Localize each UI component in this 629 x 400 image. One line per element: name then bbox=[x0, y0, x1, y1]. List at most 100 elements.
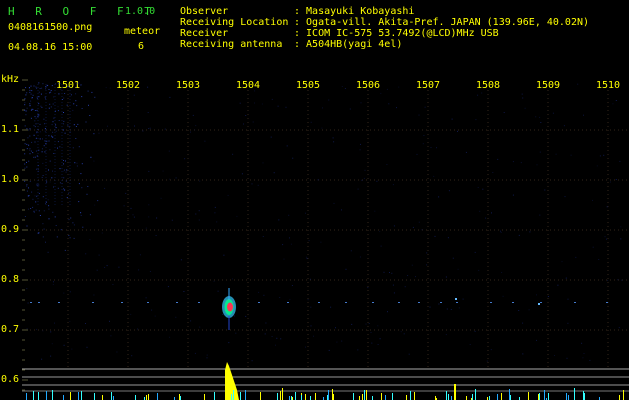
echo-dot bbox=[512, 302, 514, 303]
noise-speck bbox=[345, 268, 347, 270]
noise-speck bbox=[24, 167, 26, 169]
noise-speck bbox=[132, 214, 134, 216]
noise-speck bbox=[63, 129, 64, 131]
signal-spike bbox=[538, 394, 539, 400]
noise-speck bbox=[30, 100, 32, 102]
noise-speck bbox=[503, 112, 505, 113]
noise-speck bbox=[44, 151, 46, 153]
echo-dot bbox=[574, 302, 576, 303]
noise-speck bbox=[57, 106, 59, 108]
noise-speck bbox=[194, 352, 196, 354]
noise-speck bbox=[26, 185, 28, 187]
noise-speck bbox=[87, 90, 89, 92]
noise-speck bbox=[43, 118, 45, 120]
noise-speck bbox=[386, 164, 388, 165]
noise-speck bbox=[596, 165, 598, 167]
noise-speck bbox=[29, 91, 31, 93]
noise-speck bbox=[407, 275, 409, 276]
noise-speck bbox=[30, 208, 32, 209]
signal-spike bbox=[574, 388, 575, 400]
noise-speck bbox=[45, 86, 47, 88]
noise-speck bbox=[65, 171, 67, 173]
noise-speck bbox=[583, 114, 584, 116]
signal-spike bbox=[214, 392, 215, 400]
signal-spike bbox=[70, 392, 71, 400]
signal-spike bbox=[583, 391, 584, 400]
signal-spike bbox=[366, 390, 367, 400]
noise-speck bbox=[567, 322, 569, 324]
noise-speck bbox=[97, 200, 99, 202]
noise-speck bbox=[344, 88, 346, 89]
noise-speck bbox=[56, 236, 58, 238]
signal-spike bbox=[63, 395, 64, 400]
noise-speck bbox=[64, 132, 66, 134]
noise-speck bbox=[106, 265, 108, 267]
noise-speck bbox=[592, 199, 593, 201]
noise-speck bbox=[30, 85, 32, 87]
noise-speck bbox=[53, 117, 55, 119]
noise-speck bbox=[452, 257, 454, 259]
noise-speck bbox=[34, 126, 36, 128]
noise-speck bbox=[450, 309, 452, 310]
noise-speck bbox=[292, 157, 294, 159]
noise-speck bbox=[110, 335, 112, 337]
noise-speck bbox=[589, 359, 591, 361]
noise-speck bbox=[264, 333, 266, 335]
noise-speck bbox=[214, 206, 216, 208]
noise-speck bbox=[43, 210, 45, 212]
noise-speck bbox=[29, 180, 31, 182]
noise-speck bbox=[63, 120, 65, 122]
noise-speck bbox=[36, 109, 38, 111]
noise-speck bbox=[26, 225, 28, 227]
noise-speck bbox=[228, 342, 230, 344]
noise-speck bbox=[52, 103, 54, 105]
noise-speck bbox=[49, 181, 51, 183]
noise-speck bbox=[445, 276, 447, 278]
noise-speck bbox=[328, 349, 330, 351]
noise-speck bbox=[310, 306, 312, 308]
noise-speck bbox=[41, 151, 43, 153]
noise-speck bbox=[445, 334, 447, 336]
noise-speck bbox=[72, 147, 74, 149]
noise-speck bbox=[485, 217, 487, 219]
noise-speck bbox=[199, 326, 201, 328]
noise-speck bbox=[214, 212, 216, 214]
noise-speck bbox=[54, 322, 55, 324]
noise-speck bbox=[63, 292, 65, 294]
noise-speck bbox=[89, 239, 91, 241]
signal-spike bbox=[489, 396, 490, 400]
noise-speck bbox=[28, 208, 29, 210]
noise-speck bbox=[41, 358, 43, 360]
noise-speck bbox=[44, 130, 46, 132]
noise-speck bbox=[575, 256, 577, 258]
noise-speck bbox=[400, 331, 402, 333]
noise-speck bbox=[86, 346, 88, 348]
noise-speck bbox=[566, 357, 568, 359]
echo-dot bbox=[538, 303, 540, 305]
noise-speck bbox=[28, 195, 30, 197]
noise-speck bbox=[26, 161, 27, 163]
noise-speck bbox=[262, 236, 264, 237]
noise-speck bbox=[47, 251, 49, 253]
noise-speck bbox=[360, 102, 362, 104]
signal-spike bbox=[289, 396, 290, 400]
noise-speck bbox=[149, 127, 151, 129]
noise-speck bbox=[48, 140, 50, 142]
noise-speck bbox=[462, 298, 464, 300]
noise-speck bbox=[131, 355, 133, 357]
noise-speck bbox=[391, 272, 393, 274]
noise-speck bbox=[357, 188, 359, 190]
signal-spike bbox=[372, 396, 373, 400]
noise-speck bbox=[491, 212, 492, 214]
noise-speck bbox=[63, 160, 64, 161]
noise-speck bbox=[451, 118, 453, 120]
noise-speck bbox=[374, 210, 376, 212]
noise-speck bbox=[415, 276, 416, 278]
noise-speck bbox=[63, 177, 65, 179]
noise-speck bbox=[52, 121, 54, 123]
echo-dots bbox=[30, 298, 608, 305]
noise-speck bbox=[24, 216, 26, 217]
noise-speck bbox=[49, 92, 51, 94]
noise-speck bbox=[520, 162, 522, 164]
noise-speck bbox=[183, 291, 185, 292]
